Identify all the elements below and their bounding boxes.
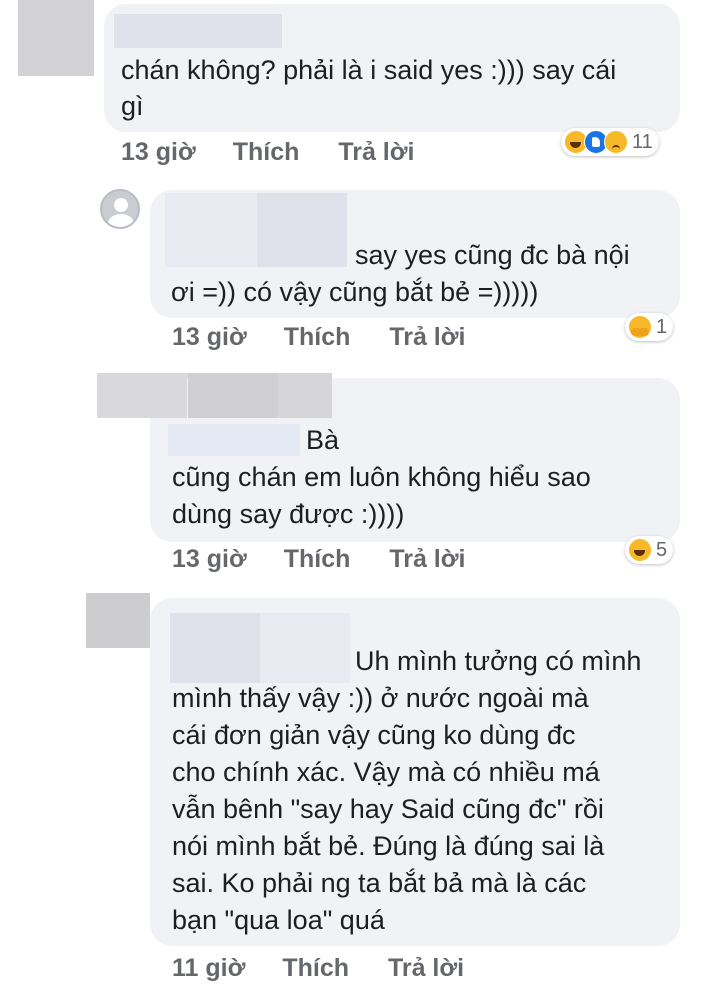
reaction-summary[interactable]: 1 xyxy=(625,313,674,341)
reaction-count: 11 xyxy=(632,130,653,153)
comment-text-line: gì xyxy=(121,91,144,121)
comment-meta: 13 giờ Thích Trả lời xyxy=(172,545,465,574)
avatar-blurred[interactable] xyxy=(86,593,150,648)
comment-text-line: nói mình bắt bẻ. Đúng là đúng sai là xyxy=(172,831,605,861)
comment-text-line: vẫn bênh "say hay Said cũng đc" rồi xyxy=(172,794,604,824)
like-button[interactable]: Thích xyxy=(284,545,351,574)
sad-reaction-icon xyxy=(604,130,628,154)
comment-text-line: say yes cũng đc bà nội xyxy=(355,240,630,270)
comment-text-line: mình thấy vậy :)) ở nước ngoài mà xyxy=(172,683,589,713)
avatar-blurred[interactable] xyxy=(18,0,94,76)
reaction-count: 5 xyxy=(656,538,668,561)
comment-meta: 13 giờ Thích Trả lời xyxy=(121,138,414,167)
comment-text-line: Bà xyxy=(306,425,340,455)
care-reaction-icon xyxy=(628,315,652,339)
author-name-blurred[interactable] xyxy=(165,193,257,267)
reaction-count: 1 xyxy=(656,315,668,338)
comment-time[interactable]: 13 giờ xyxy=(172,545,247,574)
comment-text-line: dùng say được :)))) xyxy=(172,499,405,529)
comment-text-line: chán không? phải là i said yes :))) say … xyxy=(121,55,617,85)
reply-button[interactable]: Trả lời xyxy=(388,954,464,983)
comment-text-line: cái đơn giản vậy cũng ko dùng đc xyxy=(172,720,576,750)
haha-reaction-icon xyxy=(628,538,652,562)
author-name-blurred[interactable] xyxy=(260,613,350,683)
reply-button[interactable]: Trả lời xyxy=(389,323,465,352)
author-name-blurred[interactable] xyxy=(114,14,282,48)
like-button[interactable]: Thích xyxy=(233,138,300,167)
reply-button[interactable]: Trả lời xyxy=(389,545,465,574)
comment-text-line: ơi =)) có vậy cũng bắt bẻ =))))) xyxy=(171,277,539,307)
comment-time[interactable]: 13 giờ xyxy=(121,138,196,167)
comment-text-line: bạn "qua loa" quá xyxy=(172,905,385,935)
comment-time[interactable]: 13 giờ xyxy=(172,323,247,352)
comment-time[interactable]: 11 giờ xyxy=(172,954,245,983)
avatar-blurred[interactable] xyxy=(188,373,278,418)
comment-text-line: cũng chán em luôn không hiểu sao xyxy=(172,462,591,492)
author-name-blurred[interactable] xyxy=(170,613,260,683)
reply-button[interactable]: Trả lời xyxy=(338,138,414,167)
avatar-blurred[interactable] xyxy=(278,373,332,418)
author-name-blurred[interactable] xyxy=(257,193,347,267)
like-button[interactable]: Thích xyxy=(284,323,351,352)
comment-meta: 13 giờ Thích Trả lời xyxy=(172,323,465,352)
comment-text-line: sai. Ko phải ng ta bắt bả mà là các xyxy=(172,868,587,898)
author-name-blurred[interactable] xyxy=(168,424,300,456)
reaction-summary[interactable]: 5 xyxy=(625,536,674,564)
comment-text-line: cho chính xác. Vậy mà có nhiều má xyxy=(172,757,600,787)
comment-meta: 11 giờ Thích Trả lời xyxy=(172,954,464,983)
default-avatar-icon[interactable] xyxy=(100,189,140,229)
avatar-blurred[interactable] xyxy=(97,373,187,418)
like-button[interactable]: Thích xyxy=(282,954,349,983)
comment-text-line: Uh mình tưởng có mình xyxy=(355,646,642,676)
reaction-summary[interactable]: 11 xyxy=(561,128,659,156)
